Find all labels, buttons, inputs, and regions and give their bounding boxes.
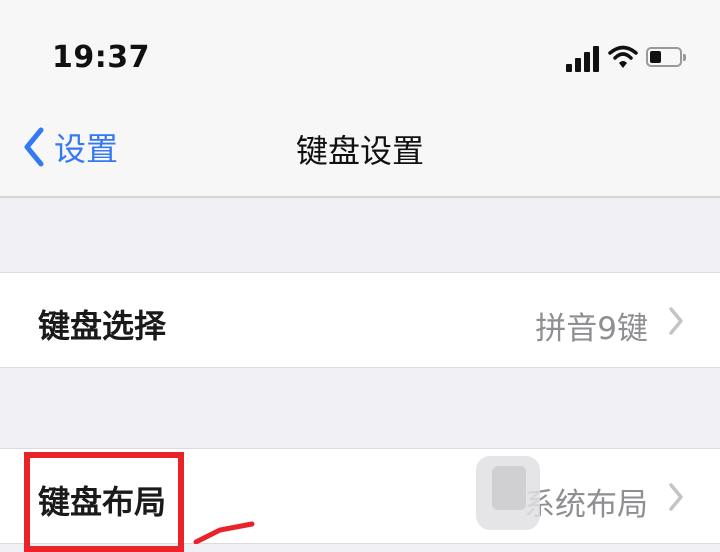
touch-indicator (476, 456, 540, 530)
row-value: 拼音9键 (535, 311, 648, 347)
top-bar: 19:37 设置 键盘设置 (0, 0, 720, 198)
keyboard-layout-row[interactable]: 键盘布局 系统布局 (0, 448, 720, 544)
battery-icon (646, 47, 686, 67)
chevron-right-icon (669, 307, 683, 335)
chevron-right-icon (669, 483, 683, 511)
red-arrow-icon (193, 521, 255, 544)
wifi-icon (608, 45, 638, 68)
page-title: 键盘设置 (295, 132, 424, 170)
row-label: 键盘布局 (38, 483, 167, 521)
keyboard-selection-row[interactable]: 键盘选择 拼音9键 (0, 272, 720, 368)
signal-icon (566, 44, 600, 72)
row-value: 系统布局 (524, 487, 648, 523)
status-time: 19:37 (52, 40, 150, 75)
status-icons (566, 44, 696, 74)
row-label: 键盘选择 (38, 307, 167, 345)
